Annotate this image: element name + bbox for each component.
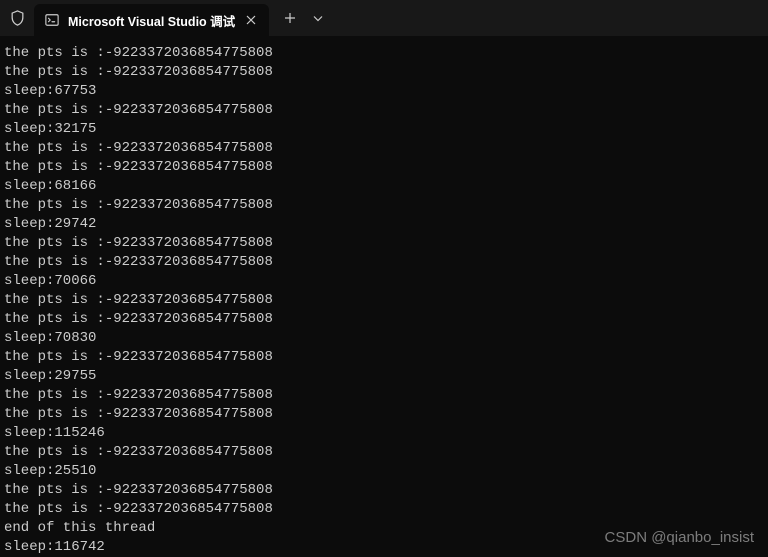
console-line: the pts is :-9223372036854775808 — [4, 253, 764, 272]
console-line: sleep:70830 — [4, 329, 764, 348]
titlebar: Microsoft Visual Studio 调试 — [0, 0, 768, 36]
console-line: the pts is :-9223372036854775808 — [4, 158, 764, 177]
console-line: the pts is :-9223372036854775808 — [4, 481, 764, 500]
console-line: sleep:32175 — [4, 120, 764, 139]
console-line: sleep:116742 — [4, 538, 764, 557]
console-line: the pts is :-9223372036854775808 — [4, 291, 764, 310]
shield-icon — [8, 9, 26, 27]
tab-dropdown-button[interactable] — [305, 3, 331, 33]
tab-close-button[interactable] — [243, 12, 259, 28]
console-line: sleep:25510 — [4, 462, 764, 481]
console-line: sleep:68166 — [4, 177, 764, 196]
console-line: the pts is :-9223372036854775808 — [4, 348, 764, 367]
console-line: the pts is :-9223372036854775808 — [4, 500, 764, 519]
new-tab-button[interactable] — [275, 3, 305, 33]
console-line: the pts is :-9223372036854775808 — [4, 44, 764, 63]
console-line: the pts is :-9223372036854775808 — [4, 139, 764, 158]
tab-title: Microsoft Visual Studio 调试 — [68, 11, 235, 30]
terminal-icon — [44, 12, 60, 28]
console-line: the pts is :-9223372036854775808 — [4, 386, 764, 405]
console-line: sleep:115246 — [4, 424, 764, 443]
console-line: the pts is :-9223372036854775808 — [4, 101, 764, 120]
console-line: the pts is :-9223372036854775808 — [4, 443, 764, 462]
console-line: sleep:29755 — [4, 367, 764, 386]
console-line: the pts is :-9223372036854775808 — [4, 63, 764, 82]
console-line: the pts is :-9223372036854775808 — [4, 234, 764, 253]
console-output: the pts is :-9223372036854775808the pts … — [0, 36, 768, 557]
console-line: the pts is :-9223372036854775808 — [4, 405, 764, 424]
console-line: end of this thread — [4, 519, 764, 538]
console-line: sleep:29742 — [4, 215, 764, 234]
console-line: the pts is :-9223372036854775808 — [4, 196, 764, 215]
console-line: sleep:67753 — [4, 82, 764, 101]
tab-active[interactable]: Microsoft Visual Studio 调试 — [34, 4, 269, 36]
console-line: the pts is :-9223372036854775808 — [4, 310, 764, 329]
console-line: sleep:70066 — [4, 272, 764, 291]
